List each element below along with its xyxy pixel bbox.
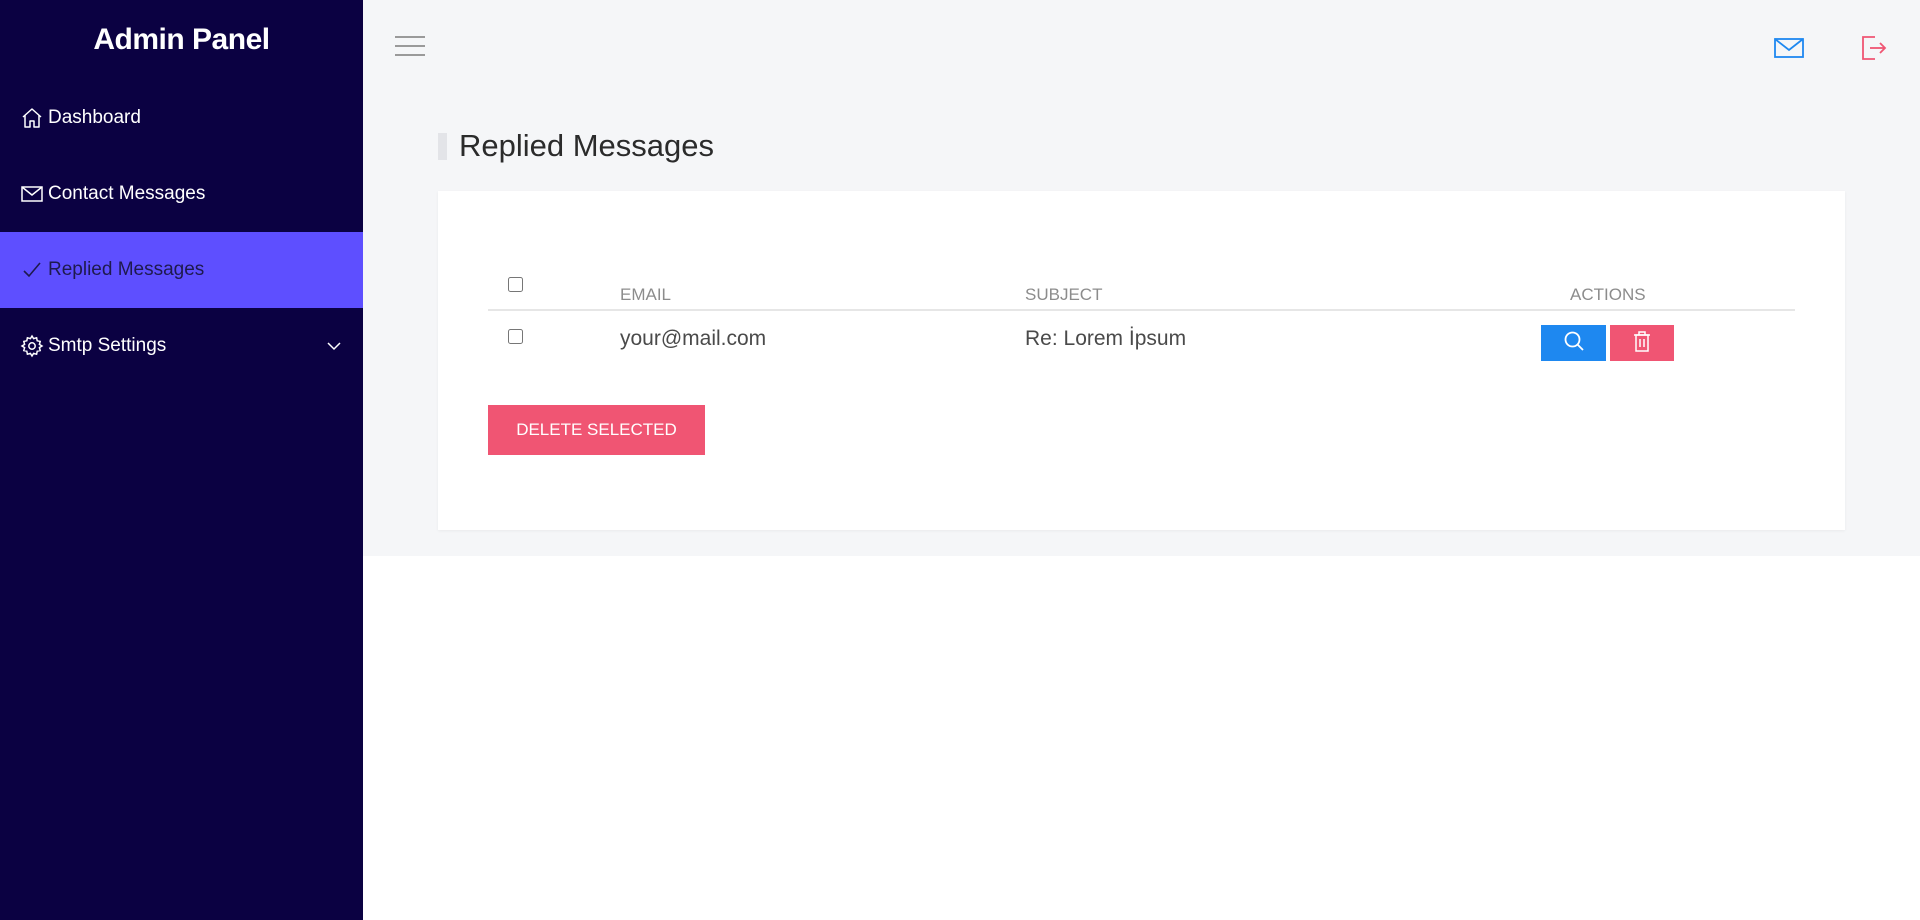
mail-icon[interactable] <box>1773 34 1805 62</box>
messages-card: EMAIL SUBJECT ACTIONS your@mail.com Re: … <box>438 191 1845 530</box>
check-icon <box>20 258 44 282</box>
mail-icon <box>20 182 44 206</box>
chevron-down-icon[interactable] <box>325 337 343 355</box>
sidebar-item-replied-messages[interactable]: Replied Messages <box>0 232 363 308</box>
sidebar-item-dashboard[interactable]: Dashboard <box>0 80 363 156</box>
page-title: Replied Messages <box>459 128 715 163</box>
column-header-email: EMAIL <box>620 285 672 304</box>
row-subject: Re: Lorem İpsum <box>1025 327 1187 350</box>
messages-table: EMAIL SUBJECT ACTIONS your@mail.com Re: … <box>488 271 1795 367</box>
delete-button[interactable] <box>1610 325 1674 361</box>
table-header: EMAIL SUBJECT ACTIONS <box>488 271 1795 311</box>
home-icon <box>20 106 44 130</box>
sidebar-item-label: Replied Messages <box>48 259 205 280</box>
logout-icon[interactable] <box>1857 34 1889 62</box>
main-content: Replied Messages EMAIL SUBJECT ACTIONS y… <box>363 98 1920 556</box>
sidebar-item-contact-messages[interactable]: Contact Messages <box>0 156 363 232</box>
gear-icon <box>20 334 44 358</box>
brand-title: Admin Panel <box>93 23 270 56</box>
search-icon <box>1562 329 1586 358</box>
table-row: your@mail.com Re: Lorem İpsum <box>488 311 1795 367</box>
sidebar-item-label: Contact Messages <box>48 183 206 204</box>
sidebar-nav: Dashboard Contact Messages Replied Messa… <box>0 80 363 384</box>
sidebar-item-label: Smtp Settings <box>48 335 167 356</box>
sidebar-item-smtp-settings[interactable]: Smtp Settings <box>0 308 363 384</box>
row-email: your@mail.com <box>620 327 767 350</box>
column-header-actions: ACTIONS <box>1570 285 1646 304</box>
title-accent-bar <box>438 132 447 160</box>
column-header-subject: SUBJECT <box>1025 285 1103 304</box>
view-button[interactable] <box>1541 325 1606 361</box>
sidebar-item-label: Dashboard <box>48 107 141 128</box>
hamburger-icon[interactable] <box>395 36 425 58</box>
sidebar: Admin Panel Dashboard Contact Messages R… <box>0 0 363 920</box>
delete-selected-button[interactable]: DELETE SELECTED <box>488 405 705 455</box>
page-title-wrap: Replied Messages <box>438 128 714 164</box>
select-all-checkbox[interactable] <box>508 277 523 292</box>
top-bar <box>363 0 1920 98</box>
row-checkbox[interactable] <box>508 329 523 344</box>
trash-icon <box>1630 329 1654 358</box>
